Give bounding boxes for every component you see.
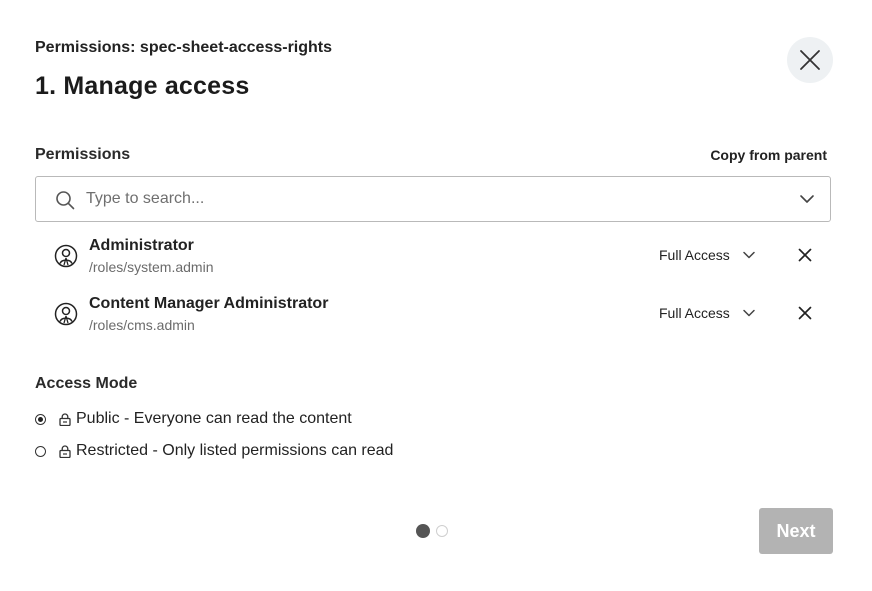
radio-button-public[interactable] xyxy=(35,413,46,425)
search-icon xyxy=(56,191,75,210)
dialog-subtitle: Permissions: spec-sheet-access-rights xyxy=(35,39,333,56)
step-indicator xyxy=(416,524,448,538)
role-icon xyxy=(54,244,78,268)
copy-from-parent-link[interactable]: Copy from parent xyxy=(710,147,827,163)
access-mode-option-label: Restricted - Only listed permissions can… xyxy=(76,442,394,459)
role-icon xyxy=(54,302,78,326)
access-mode-option-label: Public - Everyone can read the content xyxy=(76,410,352,427)
search-input[interactable] xyxy=(86,177,776,221)
role-path: /roles/system.admin xyxy=(89,259,214,275)
remove-permission-icon[interactable] xyxy=(798,306,812,320)
role-path: /roles/cms.admin xyxy=(89,317,195,333)
permission-row: Content Manager Administrator /roles/cms… xyxy=(35,291,831,343)
access-level-label: Full Access xyxy=(659,305,730,321)
access-level-label: Full Access xyxy=(659,247,730,263)
step-dot-inactive xyxy=(436,525,448,537)
chevron-down-icon xyxy=(743,309,755,317)
page-title: 1. Manage access xyxy=(35,72,250,100)
role-name: Content Manager Administrator xyxy=(89,295,329,312)
step-dot-active xyxy=(416,524,430,538)
next-button[interactable]: Next xyxy=(759,508,833,554)
lock-icon xyxy=(59,444,71,458)
access-mode-option-public[interactable]: Public - Everyone can read the content xyxy=(35,410,352,428)
chevron-down-icon[interactable] xyxy=(799,193,815,205)
access-level-dropdown[interactable]: Full Access xyxy=(659,247,756,263)
remove-permission-icon[interactable] xyxy=(798,248,812,262)
access-mode-label: Access Mode xyxy=(35,375,138,392)
role-name: Administrator xyxy=(89,237,194,254)
close-button[interactable] xyxy=(787,37,833,83)
permission-row: Administrator /roles/system.admin Full A… xyxy=(35,233,831,285)
permission-search-combobox[interactable] xyxy=(35,176,831,222)
lock-icon xyxy=(59,412,71,426)
close-icon xyxy=(800,50,820,70)
access-mode-option-restricted[interactable]: Restricted - Only listed permissions can… xyxy=(35,442,393,460)
access-level-dropdown[interactable]: Full Access xyxy=(659,305,756,321)
permissions-label: Permissions xyxy=(35,146,131,163)
chevron-down-icon xyxy=(743,251,755,259)
radio-button-restricted[interactable] xyxy=(35,445,46,457)
